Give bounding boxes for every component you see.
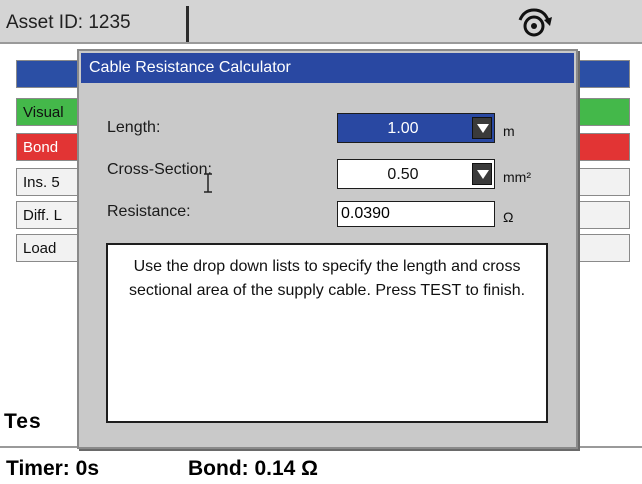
- cable-resistance-dialog: Cable Resistance Calculator Length: 1.00…: [77, 49, 578, 449]
- status-bar: Timer: 0s Bond: 0.14 Ω: [0, 446, 642, 484]
- list-item: Load: [23, 240, 57, 257]
- list-item: Bond: [23, 139, 59, 156]
- header-divider: [186, 6, 189, 42]
- length-unit: m: [503, 123, 515, 139]
- cross-section-label: Cross-Section:: [107, 161, 212, 178]
- dialog-title: Cable Resistance Calculator: [81, 53, 574, 83]
- resistance-value: 0.0390: [337, 201, 495, 227]
- list-item: Visual: [23, 104, 64, 121]
- cross-section-unit: mm²: [503, 169, 531, 185]
- asset-id-label: Asset ID: 1235: [6, 12, 131, 33]
- test-heading: Tes: [4, 410, 42, 433]
- list-item: Diff. L: [23, 207, 62, 224]
- top-bar: Asset ID: 1235: [0, 0, 642, 44]
- list-item: Ins. 5: [23, 174, 60, 191]
- resistance-label: Resistance:: [107, 203, 191, 220]
- length-dropdown-arrow-icon[interactable]: [472, 117, 492, 139]
- length-label: Length:: [107, 119, 161, 136]
- rotate-icon: [518, 8, 552, 37]
- text-cursor-icon: [204, 173, 212, 193]
- length-value: 1.00: [387, 120, 419, 137]
- cross-section-dropdown[interactable]: 0.50: [337, 159, 495, 189]
- bond-readout: Bond: 0.14 Ω: [188, 457, 319, 480]
- cross-section-value: 0.50: [387, 166, 419, 183]
- resistance-unit: Ω: [503, 209, 514, 225]
- instruction-message: Use the drop down lists to specify the l…: [106, 243, 548, 423]
- length-dropdown[interactable]: 1.00: [337, 113, 495, 143]
- cross-section-dropdown-arrow-icon[interactable]: [472, 163, 492, 185]
- timer-readout: Timer: 0s: [6, 457, 99, 480]
